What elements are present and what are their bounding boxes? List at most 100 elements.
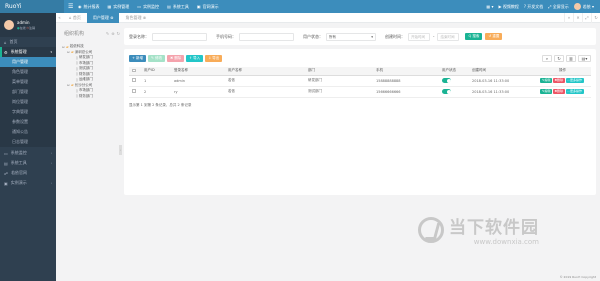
delete-row-button[interactable]: ✖删除 — [552, 78, 565, 83]
folder-icon: ▰ — [71, 50, 74, 55]
close-tabs-menu-icon[interactable]: ✕ — [573, 12, 582, 23]
refresh-icon[interactable]: ↻ — [554, 54, 564, 62]
logout-link[interactable]: 注销 — [29, 26, 35, 30]
user-menu[interactable]: 若依 ▾ — [573, 3, 594, 10]
sidebar-item-system-monitor[interactable]: ▭ 系统监控 ‹ — [0, 148, 56, 158]
topnav-instance-monitor[interactable]: ▭ 实例监控 — [137, 4, 159, 10]
row-checkbox[interactable] — [132, 89, 136, 93]
refresh-icon[interactable]: ↻ — [591, 12, 600, 23]
sidebar-item-system-tools[interactable]: ▤ 系统工具 ‹ — [0, 158, 56, 168]
tree-toggle-icon[interactable]: ⊟ — [62, 45, 65, 49]
tree-refresh-icon[interactable]: ↻ — [117, 31, 120, 36]
user-status-select[interactable]: 所有 ▾ — [326, 32, 376, 41]
export-menu-icon[interactable]: ▤▾ — [578, 54, 591, 62]
sidebar-item-dept-manage[interactable]: 部门管理 — [0, 87, 56, 97]
sidebar-item-dict-manage[interactable]: 字典管理 — [0, 107, 56, 117]
col-user-status[interactable]: 用户状态 — [439, 67, 469, 76]
tab-user-manage[interactable]: 用户管理 ⊗ — [86, 12, 120, 23]
tree-edit-icon[interactable]: ✎ — [106, 31, 109, 36]
page-tabs: « ⌂ 首页 用户管理 ⊗ 角色管理 ⊗ » ✕ ⤢ ↻ — [56, 12, 600, 23]
col-create-time[interactable]: 创建时间 — [469, 67, 531, 76]
tabs-scroll-left-icon[interactable]: « — [56, 15, 63, 20]
tab-role-manage[interactable]: 角色管理 ⊗ — [119, 13, 152, 23]
col-phone[interactable]: 手机 — [373, 67, 439, 76]
file-icon: ▯ — [76, 72, 78, 77]
sidebar-item-menu-manage[interactable]: 菜单管理 — [0, 77, 56, 87]
tree-toggle-icon[interactable]: ⊟ — [67, 83, 70, 87]
menu-toggle-icon[interactable]: ☰ — [68, 3, 74, 10]
user-table: 用户ID 登录名称 用户名称 部门 手机 用户状态 创建时间 操作 1 admin… — [129, 67, 591, 98]
col-user-name[interactable]: 用户名称 — [225, 67, 305, 76]
start-time-input[interactable]: 开始时间 — [408, 32, 430, 41]
video-tutorial-link[interactable]: ▶ 视频教程 — [498, 4, 518, 10]
layout-dropdown[interactable]: ▦ ▾ — [486, 4, 493, 9]
fullscreen-button[interactable]: ⤢ 全屏显示 — [548, 4, 568, 10]
columns-icon[interactable]: ▥ — [566, 54, 576, 62]
tree-collapse-handle[interactable]: ‹ — [119, 145, 122, 155]
sidebar-item-role-manage[interactable]: 角色管理 — [0, 67, 56, 77]
edit-button[interactable]: ✎ 修改 — [148, 54, 166, 62]
watermark-logo-icon — [418, 216, 444, 243]
gear-icon: ⚙ — [4, 49, 8, 55]
sidebar-item-ruoyi-site[interactable]: ☍ 若依官网 — [0, 168, 56, 178]
topnav-stats-report[interactable]: ◉ 统计报表 — [78, 4, 100, 10]
more-actions-button[interactable]: ⋯更多操作 — [565, 89, 584, 94]
phone-input[interactable] — [239, 32, 294, 41]
top-right-actions: ▦ ▾ ▶ 视频教程 ? 开发文档 ⤢ 全屏显示 若依 ▾ — [486, 3, 600, 10]
sidebar-item-post-manage[interactable]: 岗位管理 — [0, 97, 56, 107]
delete-button[interactable]: ✖ 删除 — [167, 54, 185, 62]
link-icon: ☍ — [4, 170, 9, 176]
dev-docs-link[interactable]: ? 开发文档 — [524, 4, 543, 10]
more-actions-button[interactable]: ⋯更多操作 — [565, 78, 584, 83]
tree-node[interactable]: ▯ 财务部门 — [62, 94, 120, 100]
tab-home[interactable]: ⌂ 首页 — [63, 13, 87, 23]
app-logo[interactable]: RuoYi — [0, 0, 64, 13]
tree-expand-icon[interactable]: ⊕ — [111, 31, 114, 36]
avatar[interactable] — [4, 20, 14, 30]
tabs-scroll-right-icon[interactable]: » — [564, 12, 573, 23]
sidebar-item-home[interactable]: ⌂ 首页 — [0, 37, 56, 47]
topnav-instance-manage[interactable]: ▦ 实例管理 — [108, 4, 130, 10]
folder-icon: ▰ — [66, 44, 69, 49]
screen-icon: ▣ — [196, 4, 201, 9]
tree-node-label: 市场部门 — [78, 60, 93, 65]
sidebar-item-log-manage[interactable]: 日志管理 — [0, 137, 56, 147]
tree-node-label: 运维部门 — [78, 77, 93, 82]
delete-row-button[interactable]: ✖删除 — [552, 89, 565, 94]
user-name: admin — [17, 20, 30, 25]
col-user-id[interactable]: 用户ID — [141, 67, 171, 76]
chevron-down-icon: ▾ — [371, 34, 373, 39]
sidebar-item-demo[interactable]: ▣ 实例演示 ‹ — [0, 178, 56, 188]
login-name-input[interactable] — [152, 32, 207, 41]
user-status-toggle[interactable] — [442, 89, 451, 94]
sidebar-item-notice[interactable]: 通知公告 — [0, 127, 56, 137]
table-header-row: 用户ID 登录名称 用户名称 部门 手机 用户状态 创建时间 操作 — [129, 67, 591, 76]
edit-row-button[interactable]: ✎编辑 — [540, 89, 552, 94]
col-login-name[interactable]: 登录名称 — [171, 67, 225, 76]
search-icon[interactable]: ⌕ — [542, 54, 552, 62]
import-button[interactable]: ⇪ 导入 — [186, 54, 204, 62]
sidebar-item-config[interactable]: 参数设置 — [0, 117, 56, 127]
end-time-input[interactable]: 结束时间 — [437, 32, 460, 41]
select-all-checkbox[interactable] — [132, 68, 136, 72]
table-row[interactable]: 2 ry 若依 测试部门 15666666666 2018-03-16 11:33:00 ✎… — [129, 86, 591, 98]
user-status-toggle[interactable] — [442, 78, 451, 83]
edit-row-button[interactable]: ✎编辑 — [540, 78, 552, 83]
fullscreen-icon[interactable]: ⤢ — [582, 12, 591, 23]
sidebar-item-user-manage[interactable]: 用户管理 — [0, 57, 56, 67]
search-button[interactable]: Q 搜索 — [465, 33, 483, 40]
topnav-official-demo[interactable]: ▣ 官网演示 — [197, 4, 219, 10]
tree-node-label: 财务部门 — [78, 93, 93, 98]
col-dept[interactable]: 部门 — [305, 67, 373, 76]
export-button[interactable]: ⇩ 导出 — [205, 54, 223, 62]
reset-button[interactable]: ↺ 重置 — [485, 33, 503, 40]
avatar — [573, 3, 581, 10]
phone-label: 手机号码： — [216, 33, 236, 39]
add-button[interactable]: + 新增 — [129, 54, 147, 62]
topnav-system-tools[interactable]: ▤ 系统工具 — [167, 4, 189, 10]
row-checkbox[interactable] — [132, 78, 136, 82]
cell-create-time: 2018-03-16 11:33:00 — [469, 86, 531, 98]
tree-toggle-icon[interactable]: ⊟ — [67, 50, 70, 54]
table-row[interactable]: 1 admin 若依 研发部门 15888888888 2018-03-16 11:33:… — [129, 75, 591, 87]
sidebar-item-system-manage[interactable]: ⚙ 系统管理 ▾ — [0, 47, 56, 57]
